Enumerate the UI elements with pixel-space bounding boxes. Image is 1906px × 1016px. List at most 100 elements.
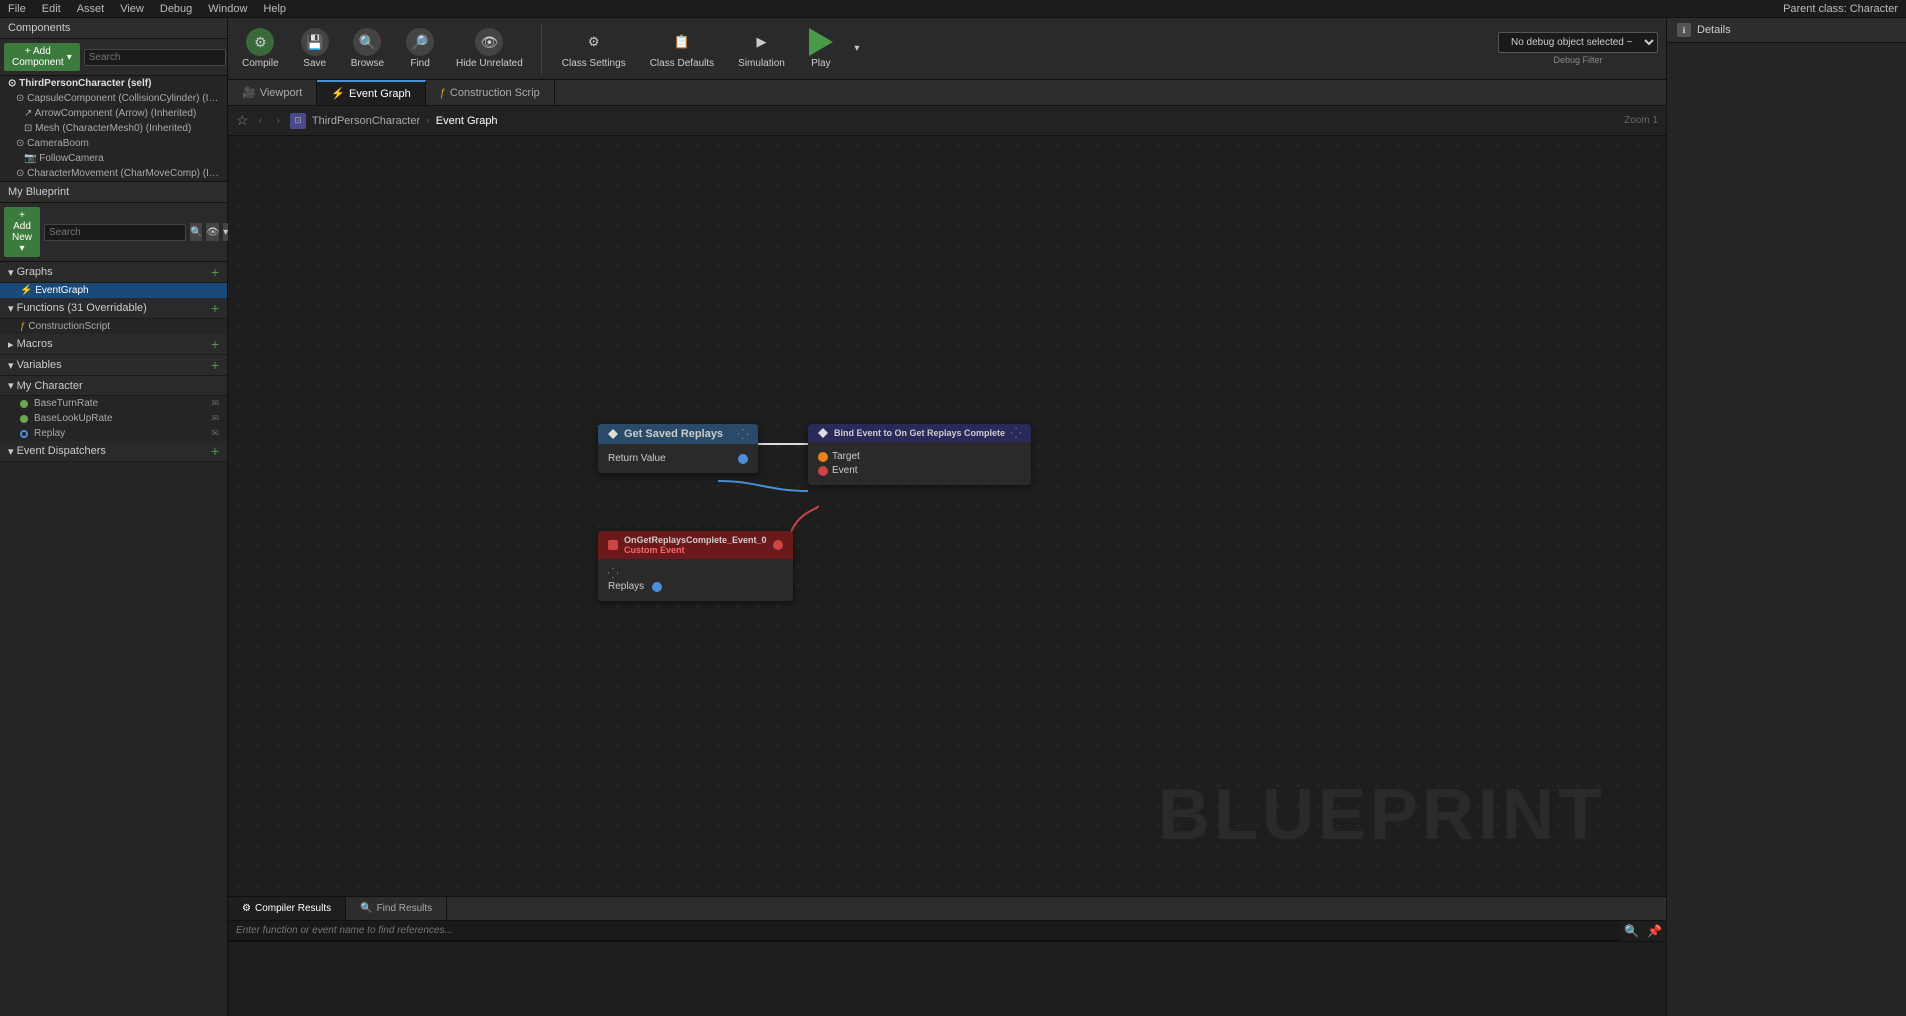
menu-file[interactable]: File xyxy=(8,3,26,15)
find-pin-button[interactable]: 📌 xyxy=(1643,922,1666,940)
find-button[interactable]: 🔎 Find xyxy=(398,24,442,73)
replay-dot xyxy=(20,430,28,438)
on-get-replays-body: Replays xyxy=(598,559,793,601)
class-defaults-button[interactable]: 📋 Class Defaults xyxy=(642,24,722,73)
base-look-up-rate-item[interactable]: BaseLookUpRate ✉ xyxy=(0,411,227,426)
components-search-input[interactable] xyxy=(84,49,226,66)
breadcrumb-separator: › xyxy=(426,115,430,127)
blueprint-watermark: BLUEPRINT xyxy=(1158,774,1606,856)
target-port xyxy=(818,452,828,462)
tab-construction-script[interactable]: ƒ Construction Scrip xyxy=(426,80,555,105)
details-title: Details xyxy=(1697,24,1731,36)
find-references-input[interactable] xyxy=(228,921,1620,941)
functions-add-button[interactable]: + xyxy=(211,301,219,315)
menu-view[interactable]: View xyxy=(120,3,144,15)
replay-item[interactable]: Replay ✉ xyxy=(0,426,227,441)
variables-add-button[interactable]: + xyxy=(211,358,219,372)
tab-event-graph[interactable]: ⚡ Event Graph xyxy=(317,80,425,105)
nav-star-button[interactable]: ☆ xyxy=(236,112,249,129)
menu-asset[interactable]: Asset xyxy=(77,3,105,15)
simulation-button[interactable]: ▶ Simulation xyxy=(730,24,793,73)
components-toolbar: + Add Component ▾ 🔍 xyxy=(0,39,227,76)
left-panel: Components + Add Component ▾ 🔍 ⊙ ThirdPe… xyxy=(0,18,228,1016)
get-saved-replays-node[interactable]: Get Saved Replays Return Value xyxy=(598,424,758,473)
graphs-add-button[interactable]: + xyxy=(211,265,219,279)
exec-out-port xyxy=(738,429,748,439)
breadcrumb-icon: ⊡ xyxy=(290,113,306,129)
list-item[interactable]: ⊙ CharacterMovement (CharMoveComp) (Inhe… xyxy=(0,166,227,181)
breadcrumb-root[interactable]: ThirdPersonCharacter xyxy=(312,115,420,127)
menu-debug[interactable]: Debug xyxy=(160,3,192,15)
my-blueprint-search-input[interactable] xyxy=(44,224,186,241)
debug-filter-label: Debug Filter xyxy=(1553,55,1602,65)
compile-button[interactable]: ⚙ Compile xyxy=(236,24,285,73)
my-blueprint-search-button[interactable]: 🔍 xyxy=(190,223,202,241)
add-new-chevron: ▾ xyxy=(19,243,24,254)
nav-forward-button[interactable]: › xyxy=(272,113,284,129)
nav-back-button[interactable]: ‹ xyxy=(255,113,267,129)
bind-event-node[interactable]: Bind Event to On Get Replays Complete Ta… xyxy=(808,424,1031,485)
viewport-tab-icon: 🎥 xyxy=(242,86,256,99)
blueprint-canvas[interactable]: BLUEPRINT Get Saved Replays xyxy=(228,136,1666,896)
bind-event-title: Bind Event to On Get Replays Complete xyxy=(834,428,1005,438)
compile-label: Compile xyxy=(242,58,279,69)
play-button[interactable]: Play xyxy=(801,24,841,73)
hide-unrelated-button[interactable]: 👁 Hide Unrelated xyxy=(450,24,529,73)
base-look-up-rate-label: BaseLookUpRate xyxy=(34,413,112,424)
event-graph-item[interactable]: ⚡ EventGraph xyxy=(0,283,227,298)
event-dispatchers-label: Event Dispatchers xyxy=(17,445,106,457)
viewport-tab-label: Viewport xyxy=(260,87,303,99)
add-new-label: + Add New xyxy=(12,210,32,243)
macros-add-button[interactable]: + xyxy=(211,337,219,351)
tab-viewport[interactable]: 🎥 Viewport xyxy=(228,80,317,105)
exec-in-port xyxy=(608,429,618,439)
construction-script-item[interactable]: ƒ ConstructionScript xyxy=(0,319,227,334)
event-graph-tab-icon: ⚡ xyxy=(331,87,345,100)
compile-icon: ⚙ xyxy=(246,28,274,56)
list-item[interactable]: ⊡ Mesh (CharacterMesh0) (Inherited) xyxy=(0,121,227,136)
menu-window[interactable]: Window xyxy=(208,3,247,15)
macros-section[interactable]: ▸ Macros + xyxy=(0,334,227,355)
base-turn-rate-item[interactable]: BaseTurnRate ✉ xyxy=(0,396,227,411)
event-dispatchers-add-button[interactable]: + xyxy=(211,444,219,458)
list-item[interactable]: ↗ ArrowComponent (Arrow) (Inherited) xyxy=(0,106,227,121)
tab-compiler-results[interactable]: ⚙ Compiler Results xyxy=(228,897,346,920)
browse-button[interactable]: 🔍 Browse xyxy=(345,24,390,73)
play-expand-button[interactable]: ▾ xyxy=(849,39,865,58)
save-label: Save xyxy=(303,58,326,69)
exec-out-row xyxy=(608,568,783,578)
breadcrumb-current: Event Graph xyxy=(436,115,498,127)
event-label: Event xyxy=(832,465,858,476)
menu-help[interactable]: Help xyxy=(263,3,286,15)
menu-edit[interactable]: Edit xyxy=(42,3,61,15)
tab-find-results[interactable]: 🔍 Find Results xyxy=(346,897,447,920)
my-blueprint-toolbar: + Add New ▾ 🔍 👁 ▾ xyxy=(0,203,227,262)
zoom-level: Zoom 1 xyxy=(1624,115,1658,126)
find-search-button[interactable]: 🔍 xyxy=(1620,922,1643,940)
add-component-button[interactable]: + Add Component ▾ xyxy=(4,43,80,71)
list-item[interactable]: ⊙ ThirdPersonCharacter (self) xyxy=(0,76,227,91)
list-item[interactable]: ⊙ CameraBoom xyxy=(0,136,227,151)
variables-section[interactable]: ▾ Variables + xyxy=(0,355,227,376)
add-new-button[interactable]: + Add New ▾ xyxy=(4,207,40,257)
list-item[interactable]: 📷 FollowCamera xyxy=(0,151,227,166)
construction-script-tab-icon: ƒ xyxy=(440,87,446,99)
graphs-section[interactable]: ▾ Graphs + xyxy=(0,262,227,283)
browse-label: Browse xyxy=(351,58,384,69)
class-settings-icon: ⚙ xyxy=(576,28,612,56)
event-graph-tab-label: Event Graph xyxy=(349,88,411,100)
base-turn-rate-dot xyxy=(20,400,28,408)
bottom-content-area xyxy=(228,942,1666,1016)
on-exec-out-port xyxy=(608,568,618,578)
list-item[interactable]: ⊙ CapsuleComponent (CollisionCylinder) (… xyxy=(0,91,227,106)
class-settings-button[interactable]: ⚙ Class Settings xyxy=(554,24,634,73)
my-character-section[interactable]: ▾ My Character xyxy=(0,376,227,396)
save-button[interactable]: 💾 Save xyxy=(293,24,337,73)
macros-collapse: ▸ xyxy=(8,338,14,351)
bottom-panel: ⚙ Compiler Results 🔍 Find Results 🔍 📌 xyxy=(228,896,1666,1016)
eye-button[interactable]: 👁 xyxy=(206,223,219,241)
on-get-replays-complete-node[interactable]: OnGetReplaysComplete_Event_0 Custom Even… xyxy=(598,531,793,601)
functions-section[interactable]: ▾ Functions (31 Overridable) + xyxy=(0,298,227,319)
event-dispatchers-section[interactable]: ▾ Event Dispatchers + xyxy=(0,441,227,462)
debug-object-dropdown[interactable]: No debug object selected ~ xyxy=(1498,32,1658,53)
